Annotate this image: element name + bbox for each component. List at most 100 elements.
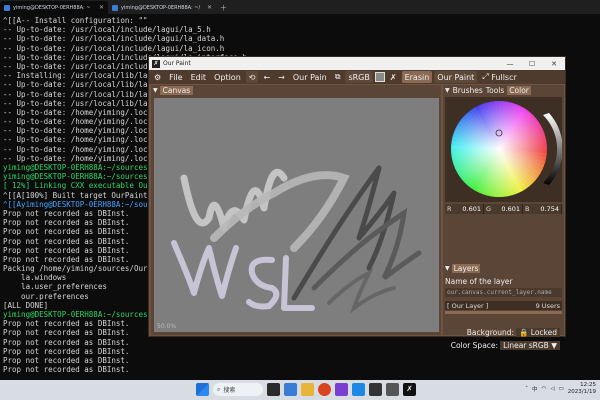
rgb-g-value: 0.601	[501, 205, 520, 213]
color-space-label: Color Space:	[450, 341, 499, 350]
app-purple-icon[interactable]	[335, 383, 348, 396]
taskbar: ⌕ 搜索 ✗ ˄ 中 ◠ ◁ ▭ 12:25 2023/1/19	[0, 380, 600, 400]
tab-title: yiming@DESKTOP-0ERH88A: ~/	[121, 4, 201, 11]
maximize-button[interactable]: ☐	[521, 60, 543, 68]
collapse-triangle-icon[interactable]: ▼	[445, 265, 450, 272]
project-selector[interactable]: Our Pain	[290, 71, 330, 83]
battery-icon[interactable]: ▭	[559, 386, 564, 392]
forward-arrow-icon[interactable]: →	[275, 71, 288, 83]
clock[interactable]: 12:25 2023/1/19	[568, 382, 596, 396]
terminal-line: ^[[A-- Install configuration: ""	[3, 16, 148, 25]
system-tray: ˄ 中 ◠ ◁ ▭ 12:25 2023/1/19	[525, 382, 596, 396]
close-tab-icon[interactable]: ✕	[207, 4, 212, 11]
rgb-r-field[interactable]: R 0.601	[445, 204, 484, 214]
drawing-canvas[interactable]: 50.0%	[154, 98, 439, 332]
wifi-icon[interactable]: ◠	[542, 386, 547, 392]
stroke-s	[246, 256, 280, 310]
ourpaint-window: ✗ Our Paint — ☐ ✕ ⚙ File Edit Option ⟲ ←…	[148, 56, 566, 350]
stroke-w	[171, 240, 239, 299]
fullscreen-label: Fullscr	[491, 72, 517, 82]
menu-file[interactable]: File	[166, 71, 185, 83]
search-placeholder: 搜索	[223, 387, 236, 394]
new-tab-button[interactable]: ＋	[216, 1, 231, 14]
collapse-triangle-icon[interactable]: ▼	[445, 87, 450, 94]
tab-layers[interactable]: Layers	[451, 264, 481, 273]
layers-panel-header: ▼ Layers	[443, 263, 564, 274]
tab-color[interactable]: Color	[507, 85, 531, 95]
window-titlebar[interactable]: ✗ Our Paint — ☐ ✕	[149, 57, 565, 70]
tray-chevron-icon[interactable]: ˄	[525, 386, 528, 392]
windows-start-icon[interactable]	[196, 383, 209, 396]
tab-title: yiming@DESKTOP-0ERH88A: ~	[13, 4, 91, 11]
copy-window-icon[interactable]: ⧉	[332, 71, 344, 83]
search-icon: ⌕	[217, 385, 221, 393]
terminal-app-icon[interactable]	[369, 383, 382, 396]
fullscreen-button[interactable]: ⤢ Fullscr	[479, 71, 520, 83]
file-explorer-icon[interactable]	[301, 383, 314, 396]
color-space-dropdown[interactable]: Linear sRGB ▼	[500, 341, 560, 350]
rgb-g-field[interactable]: G 0.601	[484, 204, 523, 214]
collapse-triangle-icon[interactable]: ▼	[153, 87, 158, 94]
terminal-tabstrip: yiming@DESKTOP-0ERH88A: ~ ✕ yiming@DESKT…	[0, 0, 600, 14]
saturation-fade	[451, 101, 547, 197]
layer-name-path: our.canvas.current_layer.name	[445, 288, 562, 297]
background-lock-toggle[interactable]: 🔒 Locked	[516, 328, 560, 337]
layer-row-name: [ Our Layer ]	[447, 301, 489, 310]
rgb-b-value: 0.754	[540, 205, 559, 213]
color-wheel[interactable]	[445, 97, 563, 202]
background-row: Background: 🔒 Locked	[443, 328, 564, 337]
color-space-row: Color Space: Linear sRGB ▼	[443, 341, 564, 350]
terminal-line: -- Up-to-date: /usr/local/include/lagui/…	[3, 43, 225, 53]
terminal-line: Prop not recorded as DBInst.	[3, 355, 130, 365]
tab-brushes[interactable]: Brushes	[453, 86, 483, 95]
terminal-line: -- Up-to-date: /usr/local/include/lagui/…	[3, 25, 211, 35]
color-picker[interactable]	[445, 97, 563, 202]
widgets-icon[interactable]	[284, 383, 297, 396]
erasing-toggle[interactable]: Erasin	[401, 71, 433, 83]
layer-row[interactable]: [ Our Layer ] 9 Users	[445, 301, 562, 310]
zoom-readout: 50.0%	[157, 323, 177, 330]
window-title: Our Paint	[163, 60, 191, 67]
minimize-button[interactable]: —	[499, 60, 521, 68]
colorspace-selector[interactable]: sRGB	[345, 71, 373, 83]
rgb-r-value: 0.601	[462, 205, 481, 213]
firefox-icon[interactable]	[318, 383, 331, 396]
language-indicator[interactable]: 中	[532, 385, 538, 393]
stroke-l	[281, 255, 315, 311]
brush-selector[interactable]: Our Paint	[434, 71, 478, 83]
settings-gear-icon[interactable]: ⚙	[151, 71, 164, 83]
rgb-b-label: B	[525, 205, 530, 213]
brush-tool-icon[interactable]: ✗	[387, 71, 400, 83]
background-lock-value: Locked	[530, 328, 557, 337]
current-color-swatch[interactable]	[374, 72, 385, 82]
back-arrow-icon[interactable]: ←	[260, 71, 273, 83]
store-icon[interactable]	[352, 383, 365, 396]
volume-icon[interactable]: ◁	[550, 386, 554, 392]
close-tab-icon[interactable]: ✕	[99, 4, 104, 11]
terminal-icon	[112, 4, 118, 11]
background-label: Background:	[466, 328, 515, 337]
canvas-panel-header: ▼ Canvas	[151, 85, 441, 95]
undo-icon[interactable]: ⟲	[245, 71, 259, 83]
layer-name-label: Name of the layer	[445, 277, 513, 286]
terminal-line: Prop not recorded as DBInst.	[3, 365, 130, 375]
terminal-tab-1[interactable]: yiming@DESKTOP-0ERH88A: ~ ✕	[0, 1, 108, 14]
ourpaint-taskbar-icon[interactable]: ✗	[403, 383, 416, 396]
tab-canvas[interactable]: Canvas	[159, 85, 194, 95]
right-panel-tabs: ▼ Brushes Tools Color	[443, 85, 564, 95]
tab-tools[interactable]: Tools	[486, 86, 504, 95]
close-button[interactable]: ✕	[543, 60, 565, 68]
menu-option[interactable]: Option	[211, 71, 244, 83]
clock-date: 2023/1/19	[567, 389, 596, 395]
terminal-tab-2[interactable]: yiming@DESKTOP-0ERH88A: ~/ ✕	[108, 1, 216, 14]
color-space-value: Linear sRGB	[503, 341, 549, 350]
layer-scrollbar[interactable]	[445, 311, 562, 314]
rgb-g-label: G	[486, 205, 492, 213]
layer-name: Our Layer	[451, 301, 484, 310]
menu-edit[interactable]: Edit	[188, 71, 210, 83]
task-view-icon[interactable]	[267, 383, 280, 396]
right-panel: ▼ Brushes Tools Color R 0.601 G 0.601 B …	[443, 85, 564, 350]
rgb-b-field[interactable]: B 0.754	[523, 204, 562, 214]
app-gray-icon[interactable]	[386, 383, 399, 396]
taskbar-search[interactable]: ⌕ 搜索	[213, 383, 263, 396]
